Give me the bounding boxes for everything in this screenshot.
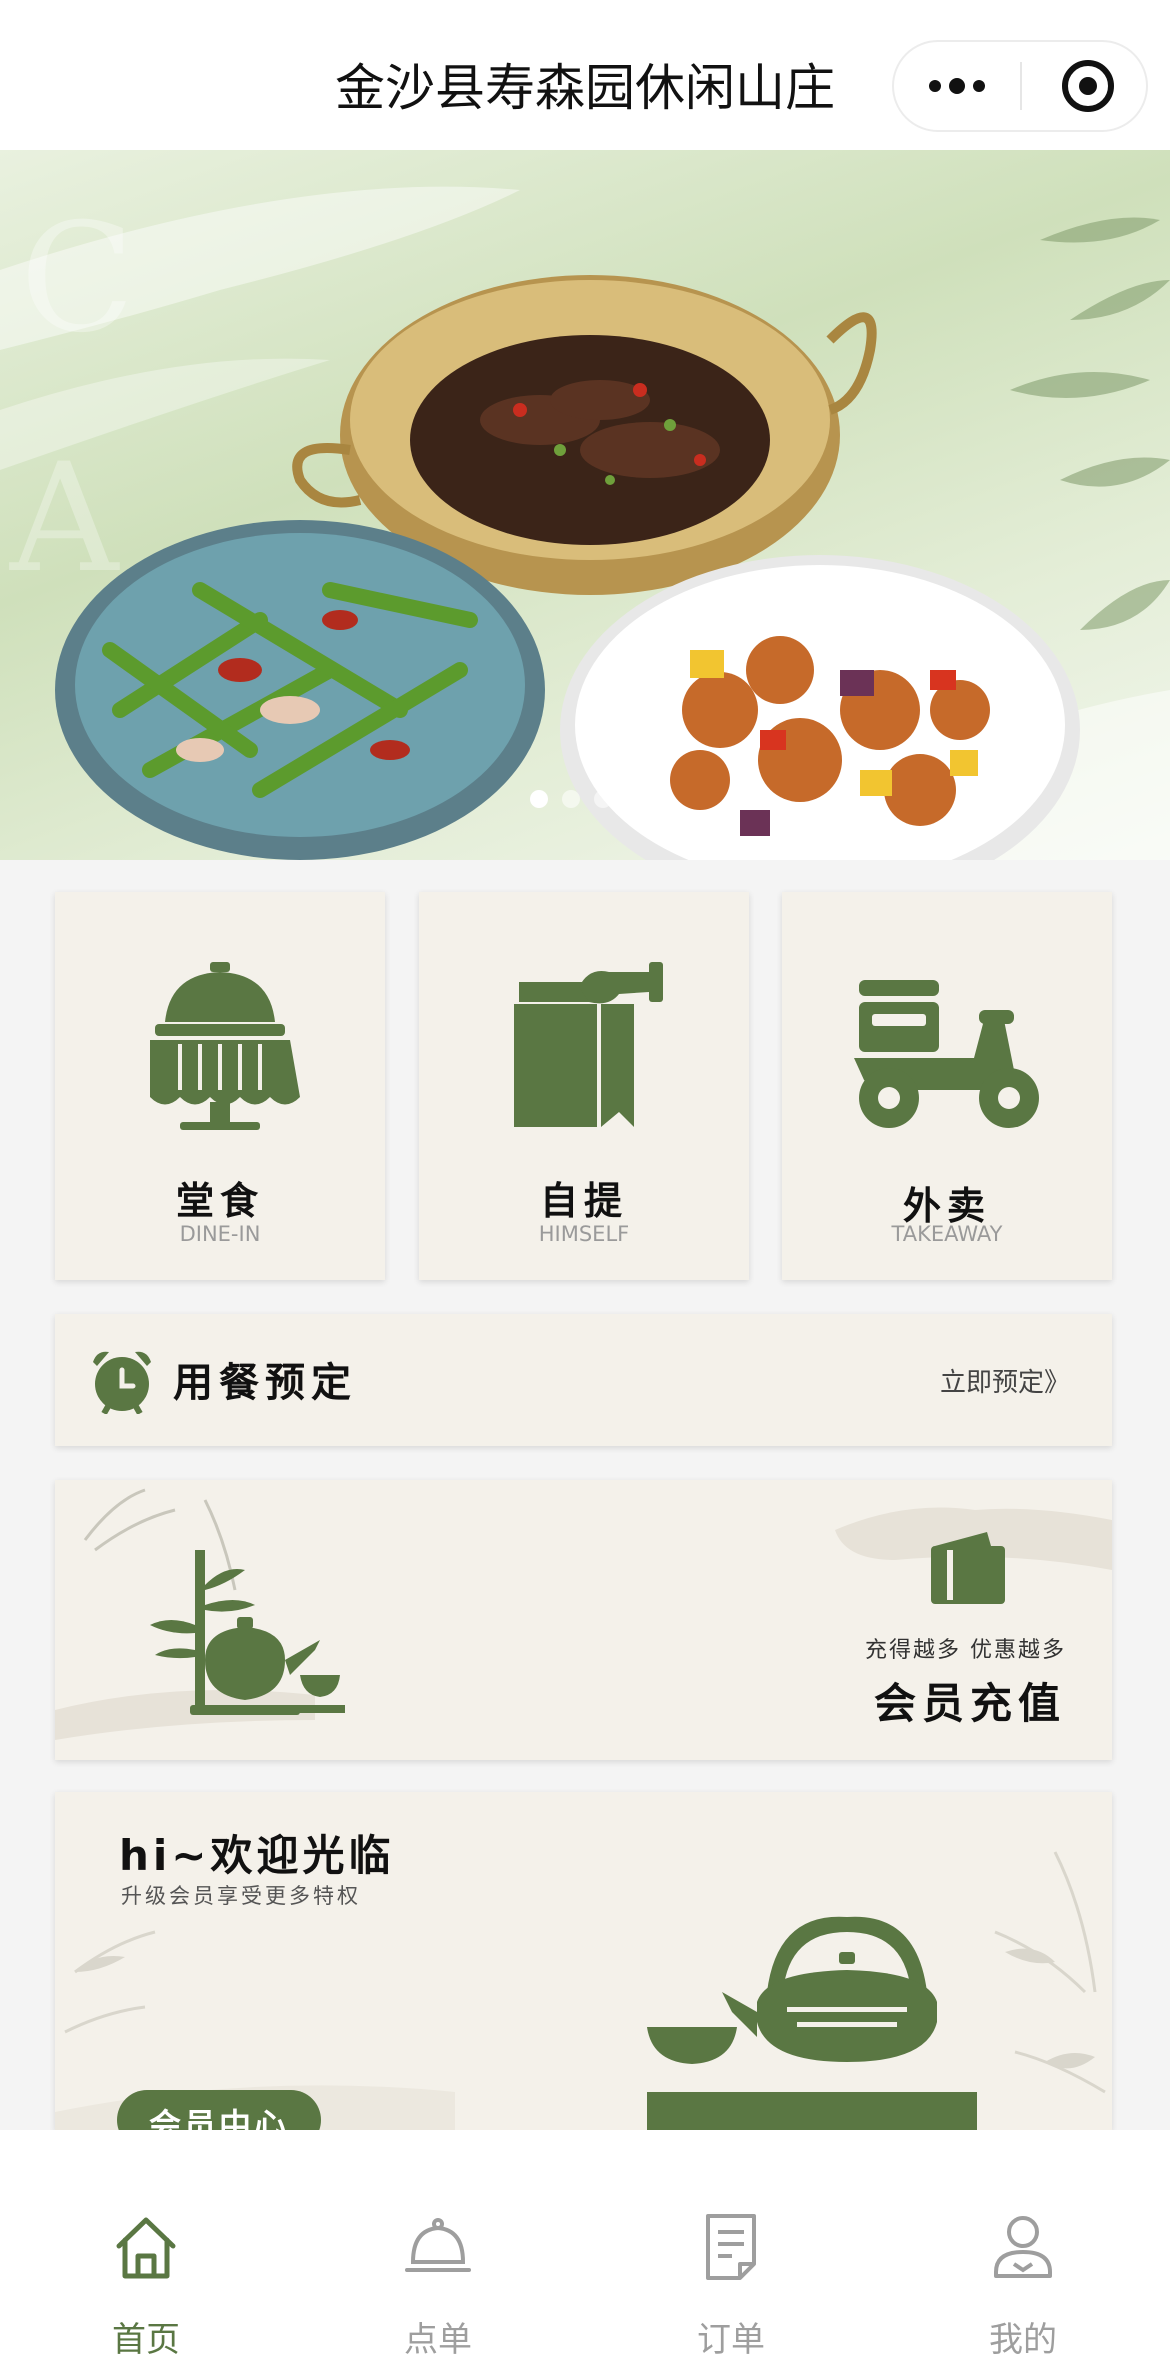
takeaway-subtitle: TAKEAWAY — [891, 1222, 1003, 1246]
cloche-icon — [405, 2218, 471, 2272]
banner-indicator — [530, 790, 626, 808]
teapot-table-icon — [647, 1916, 977, 2130]
reservation-bar[interactable]: 用餐预定 立即预定》 — [55, 1314, 1112, 1446]
welcome-title: hi~欢迎光临 — [119, 1831, 395, 1880]
pickup-title: 自提 — [539, 1179, 628, 1223]
document-icon — [706, 2214, 756, 2280]
reserve-now-link[interactable]: 立即预定》 — [940, 1362, 1070, 1399]
nav-bar: 金沙县寿森园休闲山庄 — [0, 0, 1170, 150]
pickup-subtitle: HIMSELF — [538, 1222, 630, 1246]
cloche-table-icon — [150, 962, 300, 1130]
teapot-bamboo-icon — [150, 1550, 345, 1715]
banner-dot — [594, 790, 612, 808]
tab-orders[interactable]: 订单 — [585, 2130, 877, 2364]
svg-text:C: C — [20, 192, 135, 366]
welcome-card: hi~欢迎光临 升级会员享受更多特权 会员中心 — [55, 1792, 1112, 2130]
tab-home[interactable]: 首页 — [0, 2130, 292, 2364]
dine-in-subtitle: DINE-IN — [179, 1222, 261, 1246]
recharge-card[interactable]: 充得越多 优惠越多 会员充值 — [55, 1480, 1112, 1760]
member-center-button[interactable]: 会员中心 — [117, 2090, 321, 2130]
tab-mine[interactable]: 我的 — [877, 2130, 1169, 2364]
food-banner-image: C A — [0, 186, 1170, 860]
close-target-icon[interactable] — [1062, 60, 1114, 112]
wallet-icon — [931, 1532, 1005, 1604]
banner-dot — [562, 790, 580, 808]
takeaway-bag-icon — [514, 962, 663, 1127]
tab-order-food-label: 点单 — [404, 2320, 472, 2360]
home-icon — [116, 2217, 176, 2279]
recharge-title: 会员充值 — [873, 1679, 1066, 1728]
food-banner[interactable]: C A — [0, 150, 1170, 860]
capsule-divider — [1020, 62, 1022, 110]
tab-orders-label: 订单 — [697, 2320, 765, 2360]
welcome-subtitle: 升级会员享受更多特权 — [121, 1884, 361, 1908]
tab-home-label: 首页 — [112, 2320, 180, 2360]
user-icon — [994, 2216, 1052, 2278]
tab-mine-label: 我的 — [989, 2320, 1057, 2360]
mini-program-capsule — [892, 40, 1148, 132]
scooter-icon — [854, 980, 1039, 1128]
dine-in-title: 堂食 — [175, 1179, 264, 1223]
pickup-card[interactable]: 自提 HIMSELF — [419, 892, 749, 1280]
reservation-title: 用餐预定 — [173, 1360, 357, 1406]
dine-in-card[interactable]: 堂食 DINE-IN — [55, 892, 385, 1280]
more-icon[interactable] — [894, 42, 1020, 130]
tab-bar: 首页 点单 订单 我的 — [0, 2130, 1170, 2364]
recharge-slogan: 充得越多 优惠越多 — [865, 1638, 1066, 1663]
banner-dot — [530, 790, 548, 808]
tab-order-food[interactable]: 点单 — [292, 2130, 584, 2364]
svg-text:A: A — [9, 432, 120, 606]
takeaway-card[interactable]: 外卖 TAKEAWAY — [782, 892, 1112, 1280]
alarm-clock-icon — [93, 1351, 151, 1414]
